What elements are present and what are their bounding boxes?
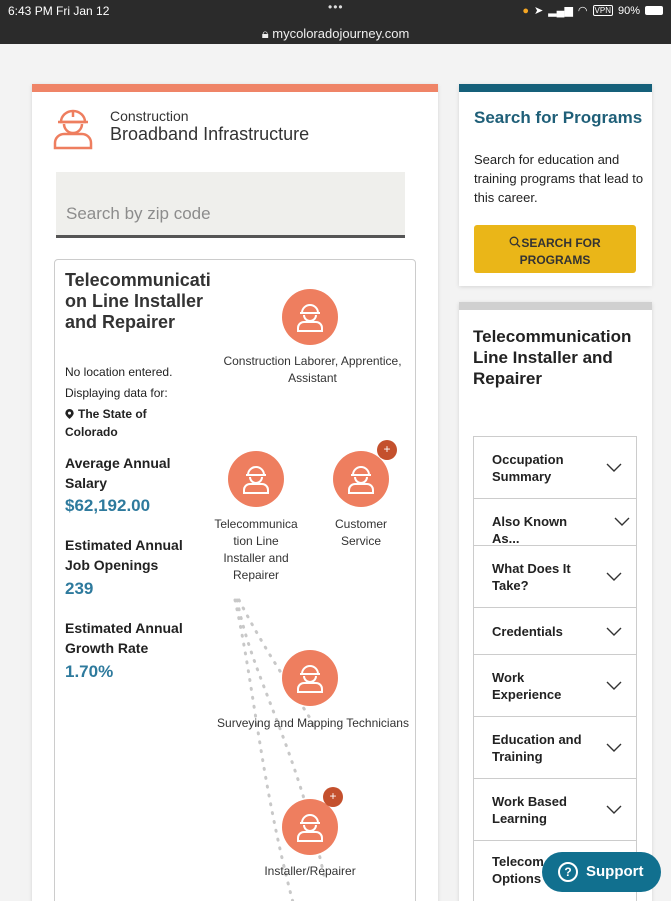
accordion-label: Work Based Learning: [492, 794, 567, 826]
search-programs-button-label: SEARCH FOR PROGRAMS: [519, 236, 601, 267]
accordion-what-does-it-take[interactable]: What Does It Take?: [474, 546, 636, 608]
career-node-installer-repairer[interactable]: [282, 799, 338, 855]
support-button[interactable]: ? Support: [542, 852, 661, 892]
chevron-down-icon: [606, 463, 622, 472]
worker-hardhat-icon: [297, 814, 323, 842]
worker-hardhat-icon: [348, 466, 374, 494]
vpn-badge: VPN: [592, 5, 613, 16]
support-label: Support: [586, 863, 644, 880]
search-programs-title: Search for Programs: [474, 108, 643, 127]
accordion-label: Credentials: [492, 624, 563, 639]
chevron-down-icon: [606, 627, 622, 636]
accordion-label: Also Known As...: [492, 514, 568, 546]
status-time: 6:43 PM Fri Jan 12: [8, 4, 110, 18]
career-category: Construction: [110, 108, 189, 124]
url-text: mycoloradojourney.com: [272, 26, 410, 41]
career-node-telecom-installer[interactable]: [228, 451, 284, 507]
accordion-label: What Does It Take?: [492, 561, 571, 593]
worker-hardhat-icon: [243, 466, 269, 494]
accordion-also-known-as[interactable]: Also Known As...: [474, 499, 636, 546]
occupation-details-card: Telecommunication Line Installer and Rep…: [459, 302, 652, 901]
accordion-label: Work Experience: [492, 670, 562, 702]
search-programs-card: Search for Programs Search for education…: [459, 84, 652, 286]
worker-hardhat-icon: [297, 665, 323, 693]
accordion-credentials[interactable]: Credentials: [474, 608, 636, 655]
chevron-down-icon: [614, 517, 630, 526]
accordion-label: Education and Training: [492, 732, 582, 764]
status-icons: ● ➤ ▂▄▆ ◠ VPN 90%: [522, 4, 663, 17]
career-node-label: Construction Laborer, Apprentice, Assist…: [223, 354, 402, 385]
location-arrow-icon: ➤: [533, 5, 544, 17]
card-accent-bar: [459, 84, 652, 92]
career-node-label: Installer/Repairer: [264, 864, 356, 878]
recording-dot-icon: ●: [522, 4, 529, 17]
battery-percent: 90%: [617, 4, 640, 17]
details-accordion: Occupation Summary Also Known As... What…: [473, 436, 637, 901]
search-icon: [509, 236, 521, 248]
chevron-down-icon: [606, 805, 622, 814]
worker-hardhat-icon: [297, 304, 323, 332]
chevron-down-icon: [606, 743, 622, 752]
question-icon: ?: [558, 862, 578, 882]
expand-plus-icon[interactable]: +: [377, 440, 397, 460]
chevron-down-icon: [606, 681, 622, 690]
career-node-surveying[interactable]: [282, 650, 338, 706]
signal-icon: ▂▄▆: [548, 5, 573, 17]
accordion-work-experience[interactable]: Work Experience: [474, 655, 636, 717]
career-node-customer-service[interactable]: [333, 451, 389, 507]
accordion-label: Occupation Summary: [492, 452, 564, 484]
worker-hardhat-icon: [53, 109, 93, 150]
lock-icon: 🔒︎: [261, 26, 269, 41]
career-pathway-title: Broadband Infrastructure: [110, 124, 310, 144]
wifi-icon: ◠: [577, 5, 588, 17]
battery-icon: [645, 6, 663, 15]
occupation-panel: Telecommunication Line Installer and Rep…: [54, 259, 416, 901]
accordion-education-training[interactable]: Education and Training: [474, 717, 636, 779]
url-bar[interactable]: 🔒︎ mycoloradojourney.com: [0, 26, 671, 42]
career-node-label: Surveying and Mapping Technicians: [217, 716, 409, 730]
career-node-construction-laborer[interactable]: [282, 289, 338, 345]
accordion-occupation-summary[interactable]: Occupation Summary: [474, 437, 636, 499]
zip-search-input[interactable]: [56, 172, 405, 235]
accordion-work-based-learning[interactable]: Work Based Learning: [474, 779, 636, 841]
status-bar: 6:43 PM Fri Jan 12 ••• 🔒︎ mycoloradojour…: [0, 0, 671, 44]
chevron-down-icon: [606, 572, 622, 581]
career-node-label: Telecommunica tion Line Installer and Re…: [214, 517, 298, 582]
expand-plus-icon[interactable]: +: [323, 787, 343, 807]
tab-dots-icon[interactable]: •••: [328, 0, 344, 14]
zip-search-field[interactable]: [56, 172, 405, 238]
details-title: Telecommunication Line Installer and Rep…: [473, 327, 632, 388]
card-accent-bar: [459, 302, 652, 310]
career-node-label: Customer Service: [334, 517, 387, 548]
search-programs-description: Search for education and training progra…: [474, 152, 644, 205]
card-accent-bar: [32, 84, 438, 92]
career-card: Construction Broadband Infrastructure Te…: [32, 84, 438, 901]
search-programs-button[interactable]: SEARCH FOR PROGRAMS: [474, 225, 636, 273]
